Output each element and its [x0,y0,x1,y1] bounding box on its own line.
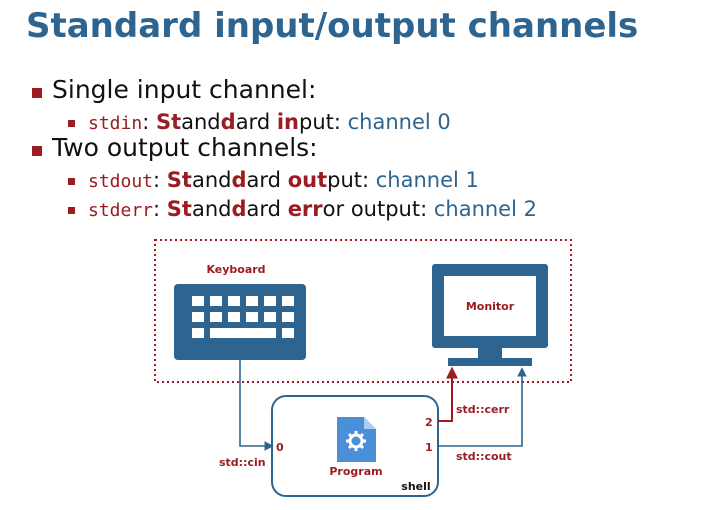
port-1: 1 [425,441,433,454]
monitor-icon [432,264,548,366]
cout-label: std::cout [456,450,512,463]
program-icon [337,417,376,462]
program-label: Program [329,465,382,478]
stderr-arrow [438,366,458,422]
keyboard-icon [174,284,306,360]
keyboard-label: Keyboard [206,263,265,276]
cerr-label: std::cerr [456,403,510,416]
port-2: 2 [425,416,433,429]
port-0: 0 [276,441,284,454]
stdin-arrow [239,360,274,451]
monitor-label: Monitor [466,300,515,313]
shell-label: shell [401,480,430,493]
cin-label: std::cin [219,456,266,469]
io-diagram: Keyboard Monitor shell Program 0 2 1 std… [154,239,572,497]
